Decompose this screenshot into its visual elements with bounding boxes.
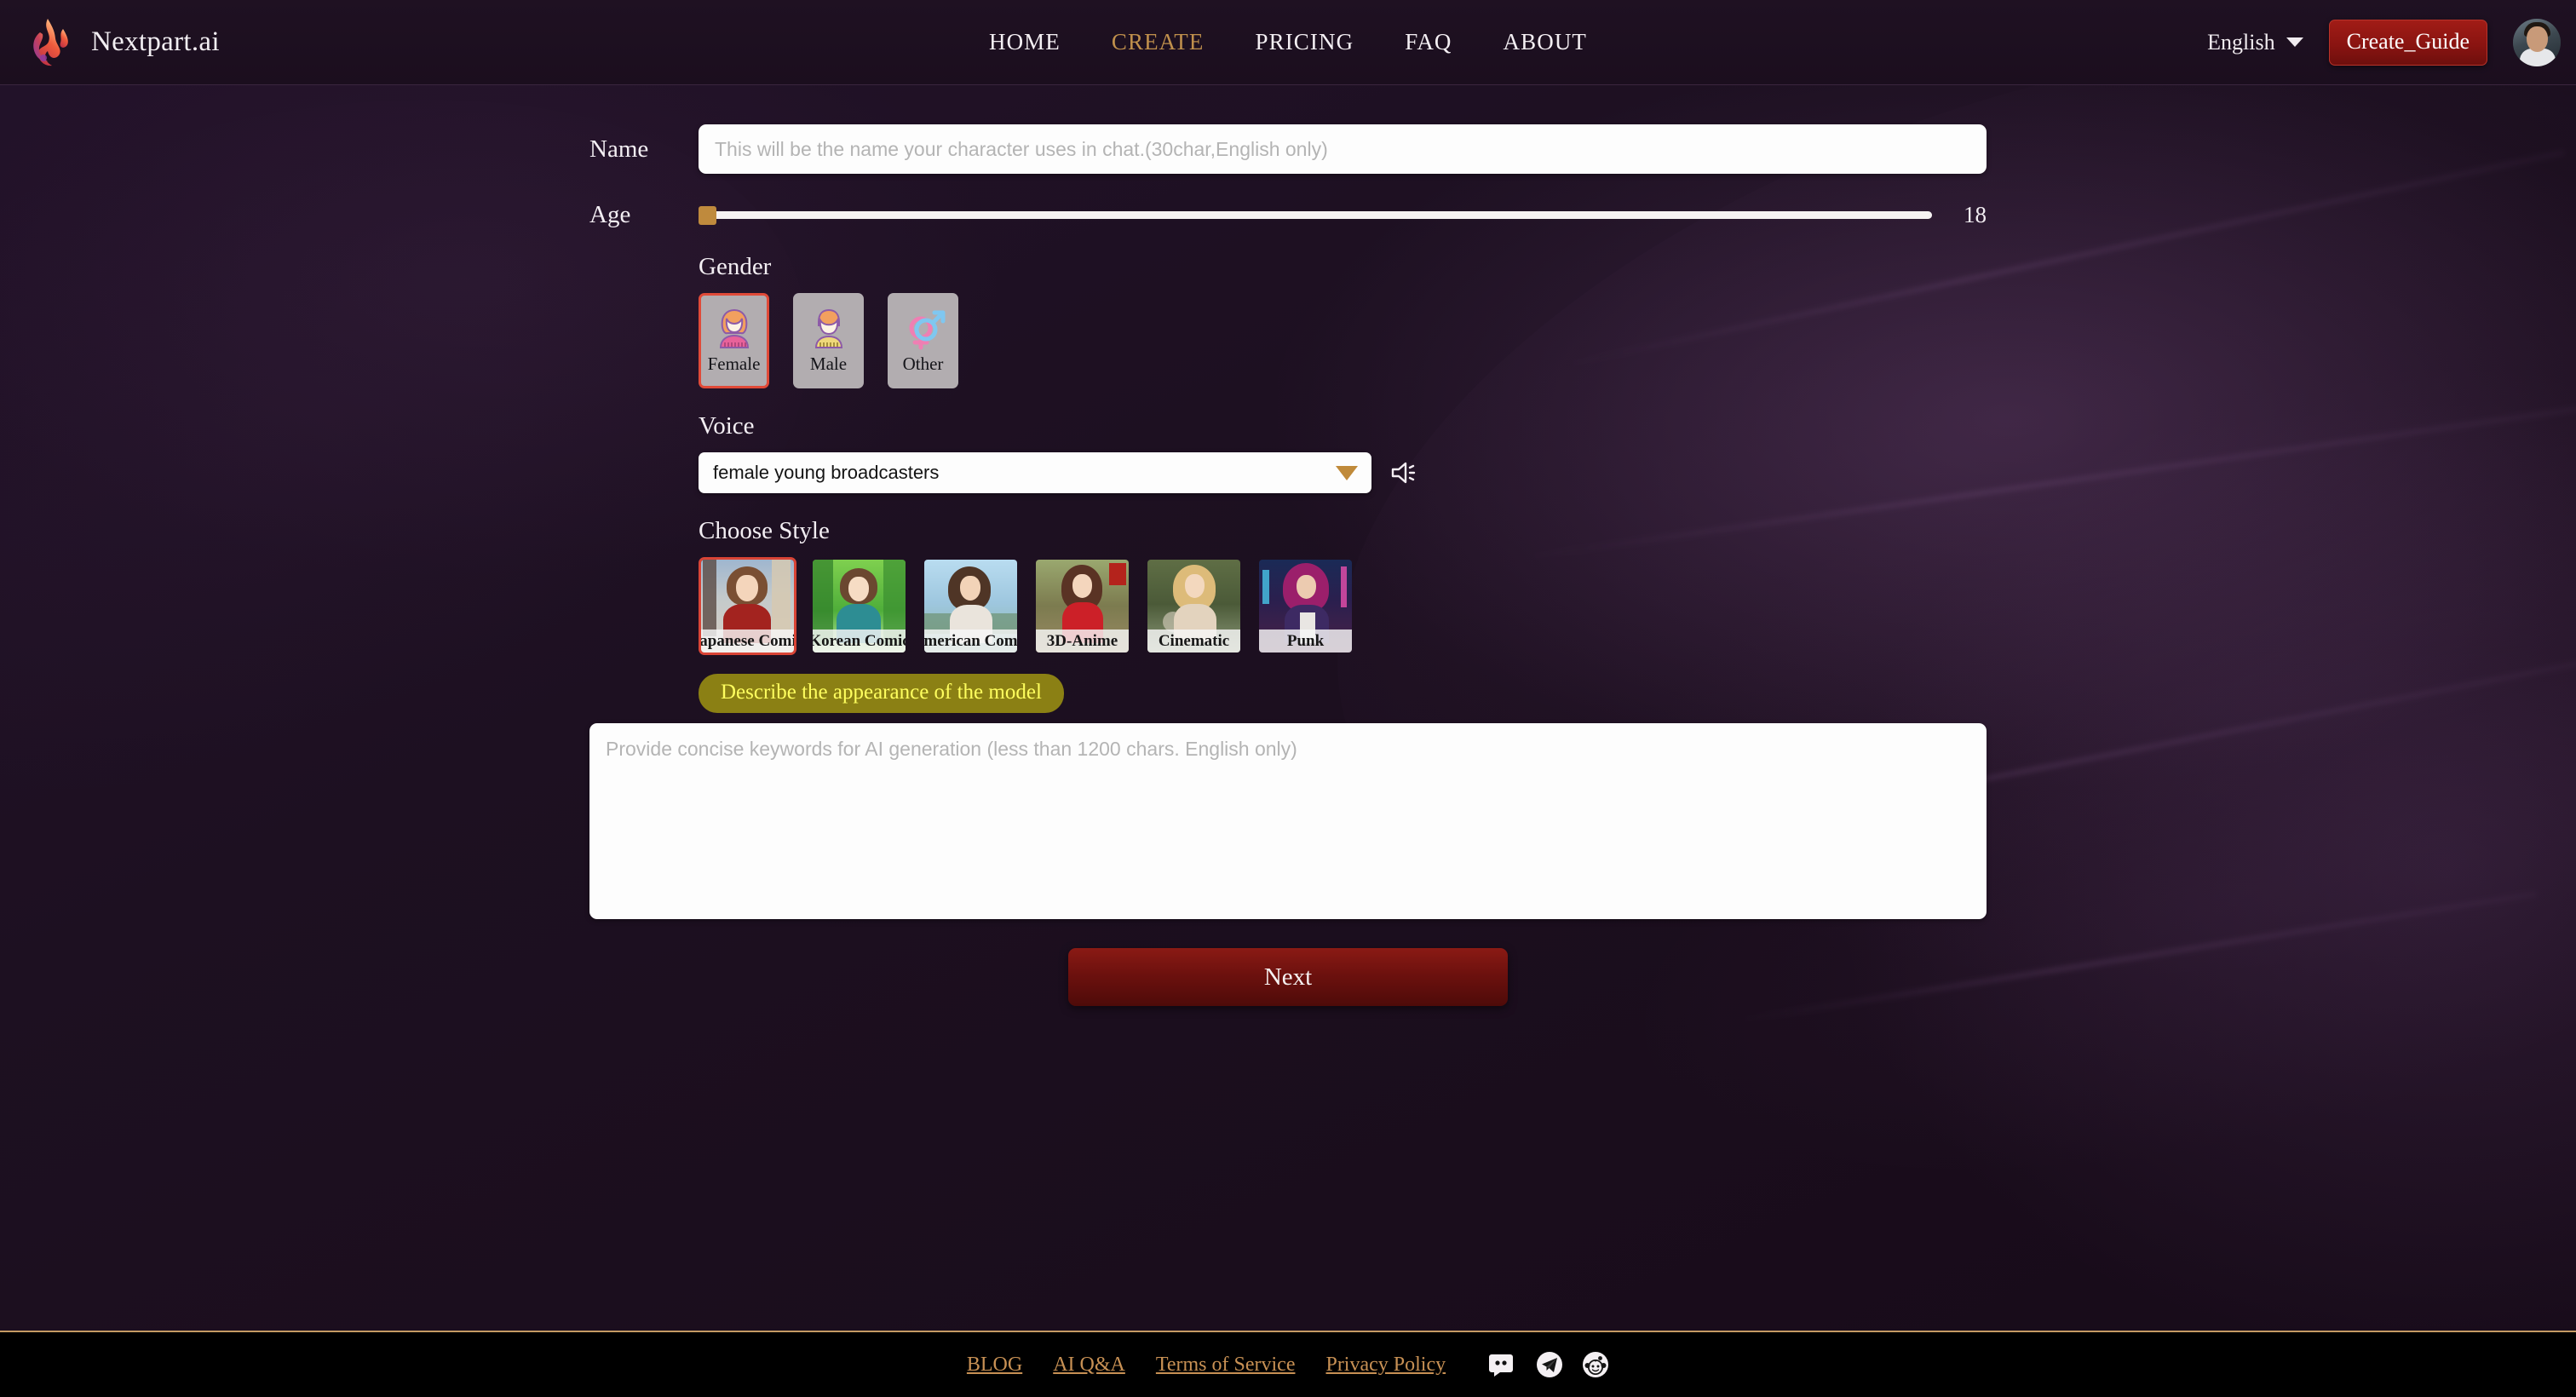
name-row: Name <box>589 124 1987 174</box>
telegram-icon[interactable] <box>1536 1351 1563 1378</box>
footer-link-ai-qa[interactable]: AI Q&A <box>1053 1354 1125 1377</box>
style-section: Choose Style Japanese Comic <box>699 517 1987 713</box>
nav-item-create[interactable]: CREATE <box>1112 29 1205 55</box>
main-navigation: HOME CREATE PRICING FAQ ABOUT <box>0 29 2576 55</box>
header-actions: English Create_Guide <box>2207 18 2561 66</box>
style-option-japanese-comic[interactable]: Japanese Comic <box>699 557 796 655</box>
style-option-label: Japanese Comic <box>701 630 794 653</box>
style-label: Choose Style <box>699 517 830 544</box>
gender-section: Gender Female Male Other <box>699 253 1987 388</box>
voice-select[interactable]: female young broadcasters <box>699 452 1371 493</box>
nav-item-pricing[interactable]: PRICING <box>1255 29 1354 55</box>
age-row: Age 18 <box>589 201 1987 229</box>
thumb-face <box>960 576 980 601</box>
style-option-cinematic[interactable]: Cinematic <box>1145 557 1243 655</box>
style-options: Japanese Comic Korean Comic <box>699 557 1987 655</box>
voice-row: female young broadcasters <box>699 452 1987 493</box>
discord-icon[interactable] <box>1488 1352 1517 1377</box>
social-links <box>1488 1351 1609 1378</box>
nav-item-faq[interactable]: FAQ <box>1405 29 1452 55</box>
gender-option-female[interactable]: Female <box>699 293 769 388</box>
style-option-label: 3D-Anime <box>1036 630 1129 653</box>
thumb-face <box>1072 574 1092 598</box>
gender-option-male[interactable]: Male <box>793 293 864 388</box>
age-slider-thumb[interactable] <box>699 205 716 225</box>
language-selector[interactable]: English <box>2207 30 2303 55</box>
create-character-form: Name Age 18 Gender <box>0 85 2576 1006</box>
next-button-row: Next <box>589 948 1987 1006</box>
thumb-face <box>736 575 758 601</box>
voice-section: Voice female young broadcasters <box>699 412 1987 493</box>
gender-symbols-icon <box>909 310 945 350</box>
thumb-face <box>1185 574 1205 598</box>
nav-item-home[interactable]: HOME <box>989 29 1061 55</box>
name-input[interactable] <box>699 124 1987 174</box>
name-label: Name <box>589 135 649 163</box>
chevron-down-icon <box>2286 37 2303 47</box>
create-guide-button[interactable]: Create_Guide <box>2328 19 2487 66</box>
footer-link-privacy-policy[interactable]: Privacy Policy <box>1325 1354 1446 1377</box>
reddit-icon[interactable] <box>1582 1351 1609 1378</box>
age-slider-track <box>699 211 1932 219</box>
describe-appearance-badge: Describe the appearance of the model <box>699 674 1064 713</box>
speaker-icon[interactable] <box>1390 460 1419 486</box>
thumb-neon <box>1341 566 1347 607</box>
gender-option-other[interactable]: Other <box>888 293 958 388</box>
next-button[interactable]: Next <box>1068 948 1508 1006</box>
page-root: Nextpart.ai HOME CREATE PRICING FAQ ABOU… <box>0 0 2576 1397</box>
thumb-neon <box>1262 570 1269 604</box>
age-label: Age <box>589 201 631 228</box>
chevron-down-icon <box>1336 465 1358 480</box>
thumb-face <box>848 577 869 601</box>
avatar[interactable] <box>2513 18 2561 66</box>
gender-option-label: Female <box>707 354 761 374</box>
appearance-description-textarea[interactable] <box>589 723 1987 919</box>
style-option-label: Korean Comic <box>813 630 906 653</box>
style-option-american-comic[interactable]: American Comic <box>922 557 1020 655</box>
style-option-label: American Comic <box>924 630 1017 653</box>
style-option-punk[interactable]: Punk <box>1256 557 1354 655</box>
thumb-detail <box>703 560 716 636</box>
avatar-face <box>2527 26 2548 52</box>
nav-item-about[interactable]: ABOUT <box>1504 29 1588 55</box>
style-option-3d-anime[interactable]: 3D-Anime <box>1033 557 1131 655</box>
age-slider[interactable] <box>699 205 1932 225</box>
footer-link-terms-of-service[interactable]: Terms of Service <box>1156 1354 1296 1377</box>
gender-label: Gender <box>699 253 772 280</box>
age-value: 18 <box>1964 202 1987 227</box>
style-option-label: Punk <box>1259 630 1352 653</box>
voice-selected-value: female young broadcasters <box>713 462 940 483</box>
site-footer: BLOG AI Q&A Terms of Service Privacy Pol… <box>0 1331 2576 1397</box>
gender-option-label: Other <box>902 354 944 374</box>
style-option-korean-comic[interactable]: Korean Comic <box>810 557 908 655</box>
thumb-detail <box>1109 563 1126 585</box>
female-person-icon <box>719 308 749 348</box>
voice-label: Voice <box>699 412 755 440</box>
gender-options: Female Male Other <box>699 293 1987 388</box>
style-option-label: Cinematic <box>1147 630 1240 653</box>
male-person-icon <box>814 308 842 348</box>
thumb-face <box>1297 575 1316 599</box>
footer-link-blog[interactable]: BLOG <box>967 1354 1022 1377</box>
language-label: English <box>2207 29 2275 55</box>
thumb-detail <box>772 560 791 638</box>
top-header: Nextpart.ai HOME CREATE PRICING FAQ ABOU… <box>0 0 2576 85</box>
gender-option-label: Male <box>809 354 848 374</box>
